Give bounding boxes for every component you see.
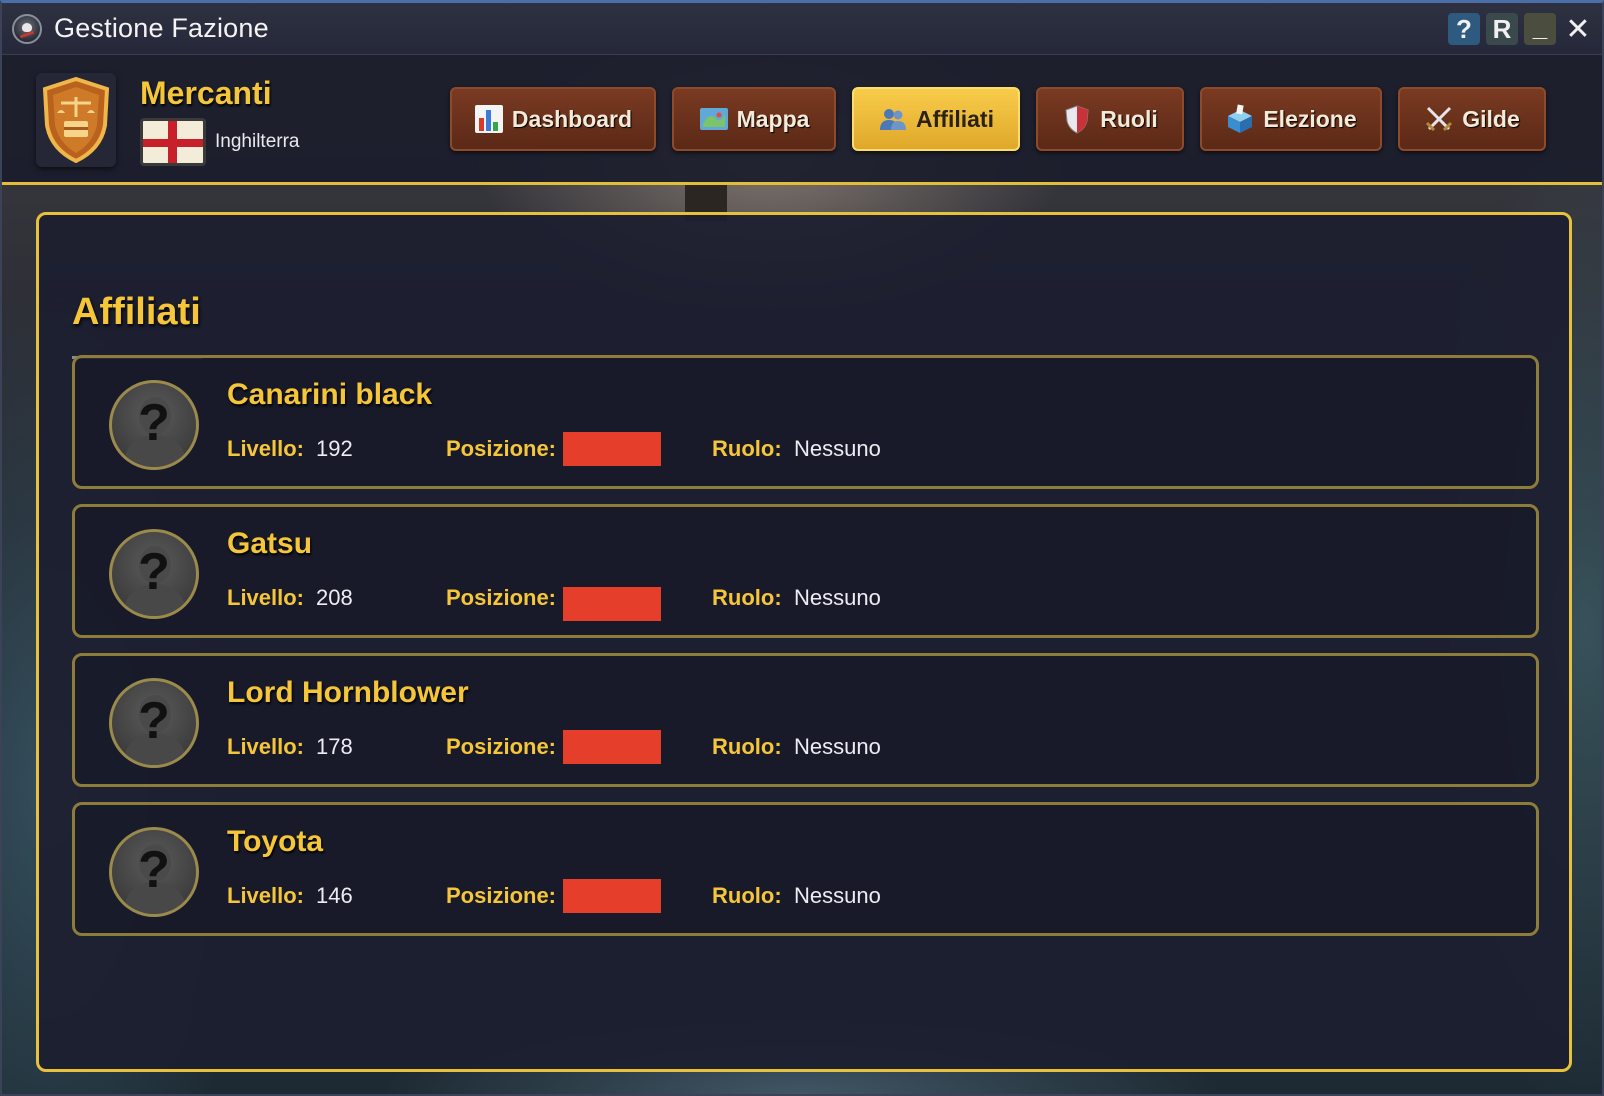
member-name: Toyota bbox=[227, 825, 324, 858]
tab-ruoli[interactable]: Ruoli bbox=[1036, 87, 1184, 151]
members-panel: Affiliati ? Canarini black Livello: 192 … bbox=[36, 212, 1572, 1072]
role-label: Ruolo: bbox=[712, 883, 782, 908]
tab-affiliati[interactable]: Affiliati bbox=[852, 87, 1020, 151]
role-value: Nessuno bbox=[794, 734, 881, 759]
position-indicator bbox=[563, 730, 661, 764]
member-card[interactable]: ? Toyota Livello: 146 Posizione: Ruolo: … bbox=[72, 802, 1539, 936]
level-value: 146 bbox=[316, 883, 353, 908]
role-value: Nessuno bbox=[794, 585, 881, 610]
level-label: Livello: bbox=[227, 436, 305, 461]
position-label: Posizione: bbox=[446, 436, 557, 461]
tab-gilde[interactable]: Gilde bbox=[1398, 87, 1546, 151]
faction-header: Mercanti Inghilterra Dashboard Mappa Aff… bbox=[2, 55, 1602, 185]
position-label: Posizione: bbox=[446, 734, 557, 759]
help-button[interactable]: ? bbox=[1448, 13, 1480, 45]
role-label: Ruolo: bbox=[712, 585, 782, 610]
unknown-avatar-icon: ? bbox=[109, 529, 199, 619]
level-label: Livello: bbox=[227, 585, 305, 610]
role-value: Nessuno bbox=[794, 436, 881, 461]
refresh-button[interactable]: R bbox=[1486, 13, 1518, 45]
member-name: Lord Hornblower bbox=[227, 676, 469, 709]
tab-mappa[interactable]: Mappa bbox=[672, 87, 836, 151]
position-label: Posizione: bbox=[446, 585, 557, 610]
pirate-skull-icon bbox=[12, 13, 42, 44]
map-icon bbox=[699, 108, 728, 130]
tab-mappa-label: Mappa bbox=[736, 105, 810, 132]
role-label: Ruolo: bbox=[712, 436, 782, 461]
window-controls: ? R _ ✕ bbox=[1448, 12, 1594, 46]
role-value: Nessuno bbox=[794, 883, 881, 908]
tab-affiliati-label: Affiliati bbox=[916, 105, 994, 132]
tab-gilde-label: Gilde bbox=[1462, 105, 1520, 132]
position-label: Posizione: bbox=[446, 883, 557, 908]
tab-dashboard-label: Dashboard bbox=[511, 105, 633, 132]
faction-window: Gestione Fazione ? R _ ✕ Mercanti Inghil… bbox=[0, 0, 1604, 1096]
unknown-avatar-icon: ? bbox=[109, 827, 199, 917]
unknown-avatar-icon: ? bbox=[109, 678, 199, 768]
member-name: Gatsu bbox=[227, 527, 313, 560]
level-label: Livello: bbox=[227, 883, 305, 908]
position-indicator bbox=[563, 587, 661, 621]
level-value: 178 bbox=[316, 734, 353, 759]
member-card[interactable]: ? Gatsu Livello: 208 Posizione: Ruolo: N… bbox=[72, 504, 1539, 638]
level-value: 192 bbox=[316, 436, 353, 461]
close-button[interactable]: ✕ bbox=[1562, 13, 1594, 46]
level-label: Livello: bbox=[227, 734, 305, 759]
member-name: Canarini black bbox=[227, 378, 433, 411]
shield-emblem-graphic bbox=[42, 77, 110, 163]
level-value: 208 bbox=[316, 585, 353, 610]
position-indicator bbox=[563, 432, 661, 466]
faction-name: Mercanti bbox=[140, 75, 272, 111]
page-title: Affiliati bbox=[72, 291, 201, 333]
bar-chart-icon bbox=[474, 105, 503, 133]
merchant-shield-icon bbox=[36, 73, 116, 167]
tab-dashboard[interactable]: Dashboard bbox=[450, 87, 656, 151]
position-indicator bbox=[563, 879, 661, 913]
tab-ruoli-label: Ruoli bbox=[1100, 105, 1158, 132]
ballot-box-icon bbox=[1228, 104, 1253, 133]
people-icon bbox=[880, 109, 907, 130]
minimize-button[interactable]: _ bbox=[1524, 12, 1556, 45]
crossed-swords-icon bbox=[1426, 106, 1453, 132]
role-label: Ruolo: bbox=[712, 734, 782, 759]
member-card[interactable]: ? Lord Hornblower Livello: 178 Posizione… bbox=[72, 653, 1539, 787]
title-bar: Gestione Fazione ? R _ ✕ bbox=[2, 3, 1602, 55]
faction-country: Inghilterra bbox=[215, 131, 300, 152]
shield-icon bbox=[1065, 105, 1089, 134]
tab-elezione-label: Elezione bbox=[1263, 105, 1357, 132]
window-title: Gestione Fazione bbox=[54, 13, 269, 43]
england-flag-icon bbox=[140, 118, 206, 166]
member-card[interactable]: ? Canarini black Livello: 192 Posizione:… bbox=[72, 355, 1539, 489]
unknown-avatar-icon: ? bbox=[109, 380, 199, 470]
tab-elezione[interactable]: Elezione bbox=[1200, 87, 1382, 151]
